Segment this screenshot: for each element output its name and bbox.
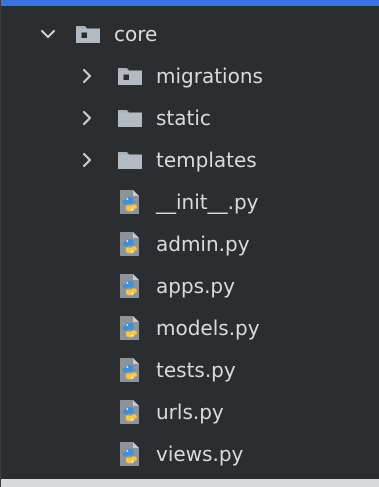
tree-item-migrations[interactable]: migrations <box>1 55 379 97</box>
tree-item-label: models.py <box>156 316 260 340</box>
tree-item-label: apps.py <box>156 274 235 298</box>
project-tree-panel: core migrations static templates __init_… <box>0 0 379 487</box>
tree-item-label: core <box>114 22 158 46</box>
python-file-icon <box>116 314 144 342</box>
tree-item-apps-py[interactable]: apps.py <box>1 265 379 307</box>
tree-item-urls-py[interactable]: urls.py <box>1 391 379 433</box>
python-file-icon <box>116 356 144 384</box>
chevron-down-icon[interactable] <box>38 24 58 44</box>
tree-item-admin-py[interactable]: admin.py <box>1 223 379 265</box>
python-file-icon <box>116 272 144 300</box>
tree-item-label: __init__.py <box>156 190 259 214</box>
tree-item-label: admin.py <box>156 232 250 256</box>
package-folder-icon <box>116 62 144 90</box>
tree-item-label: views.py <box>156 442 244 466</box>
tree-item-label: migrations <box>156 64 263 88</box>
panel-top-strip <box>1 0 379 6</box>
package-folder-icon <box>74 20 102 48</box>
panel-bottom-strip <box>1 479 379 487</box>
python-file-icon <box>116 440 144 468</box>
tree-item-views-py[interactable]: views.py <box>1 433 379 475</box>
chevron-right-icon[interactable] <box>77 66 97 86</box>
python-file-icon <box>116 398 144 426</box>
tree-item-templates[interactable]: templates <box>1 139 379 181</box>
tree-item-label: tests.py <box>156 358 236 382</box>
tree-item-label: templates <box>156 148 257 172</box>
chevron-right-icon[interactable] <box>77 150 97 170</box>
tree-item-models-py[interactable]: models.py <box>1 307 379 349</box>
chevron-right-icon[interactable] <box>77 108 97 128</box>
tree-item-label: urls.py <box>156 400 224 424</box>
tree-item-label: static <box>156 106 211 130</box>
tree-item-core[interactable]: core <box>1 13 379 55</box>
folder-icon <box>116 104 144 132</box>
folder-icon <box>116 146 144 174</box>
tree-item-init-py[interactable]: __init__.py <box>1 181 379 223</box>
python-file-icon <box>116 230 144 258</box>
python-file-icon <box>116 188 144 216</box>
tree-item-static[interactable]: static <box>1 97 379 139</box>
tree-item-tests-py[interactable]: tests.py <box>1 349 379 391</box>
